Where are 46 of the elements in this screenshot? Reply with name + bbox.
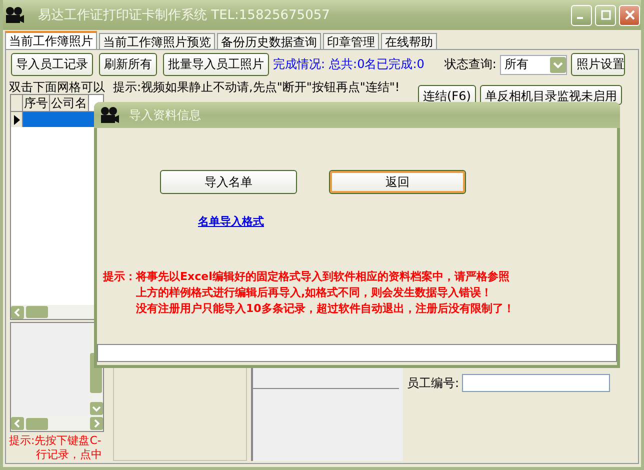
dialog-title: 导入资料信息 (129, 106, 201, 124)
tab[interactable]: 当前工作簿照片预览 (99, 33, 215, 49)
film-camera-icon (99, 106, 119, 124)
tab[interactable]: 在线帮助 (381, 33, 437, 49)
tab[interactable]: 当前工作簿照片 (5, 31, 97, 49)
notice-text: 没有注册用户只能导入10多条记录，超过软件自动退出，注册后没有限制了！ (135, 301, 516, 317)
notice-text: 上方的样例格式进行编辑后再导入,如格式不同，则会发生数据导入错误！ (135, 285, 494, 301)
scroll-left-icon[interactable] (11, 306, 24, 318)
minimize-icon (577, 17, 583, 19)
hint-text: 行记录，点中 (35, 448, 102, 462)
dialog-button[interactable]: 导入名单 (160, 170, 297, 194)
employee-id-label: 员工编号: (407, 374, 460, 392)
scroll-right-icon[interactable] (90, 417, 103, 430)
progress-label: 完成情况: (273, 56, 326, 73)
status-label: 状态查询: (444, 56, 496, 73)
row-pointer-icon (14, 114, 20, 124)
status-field[interactable] (97, 344, 617, 362)
column-header[interactable]: 公司名 (50, 95, 89, 111)
horizontal-scrollbar[interactable] (11, 416, 103, 431)
toolbar-button[interactable]: 刷新所有 (99, 53, 157, 76)
close-button[interactable] (619, 4, 640, 26)
scroll-thumb[interactable] (26, 306, 48, 318)
toolbar-button[interactable]: 导入员工记录 (11, 53, 93, 76)
column-header[interactable]: 序号 (23, 95, 50, 111)
dialog-button[interactable]: 返回 (329, 170, 466, 194)
video-hint: 提示:视频如果静止不动请,先点"断开"按钮再点"连结"! (113, 79, 401, 96)
tab[interactable]: 备份历史数据查询 (217, 33, 321, 49)
notice-text: 提示：将事先以Excel编辑好的固定格式导入到软件相应的资料档案中，请严格参照 (103, 269, 510, 285)
status-dropdown[interactable]: 所有 (500, 54, 568, 74)
maximize-button[interactable] (595, 4, 616, 26)
scroll-thumb[interactable] (26, 418, 48, 430)
format-link[interactable]: 名单导入格式 (198, 214, 264, 229)
scroll-left-icon[interactable] (11, 417, 24, 430)
progress-value: 总共:0名已完成:0 (329, 56, 424, 73)
scroll-down-icon[interactable] (90, 402, 102, 415)
group-label: 双击下面网格可以 (9, 79, 105, 94)
maximize-icon (600, 10, 610, 20)
photo-settings-button[interactable]: 照片设置 (571, 53, 626, 76)
film-camera-icon (4, 6, 24, 24)
toolbar-button[interactable]: 批量导入员工照片 (163, 53, 269, 76)
minimize-button[interactable] (571, 4, 592, 26)
window-title: 易达工作证打印证卡制作系统 TEL:15825675057 (38, 7, 331, 24)
tab[interactable]: 印章管理 (323, 33, 379, 49)
employee-id-field[interactable] (462, 374, 610, 392)
hint-text: 提示:先按下键盘C- (9, 434, 102, 448)
close-icon (624, 10, 634, 20)
